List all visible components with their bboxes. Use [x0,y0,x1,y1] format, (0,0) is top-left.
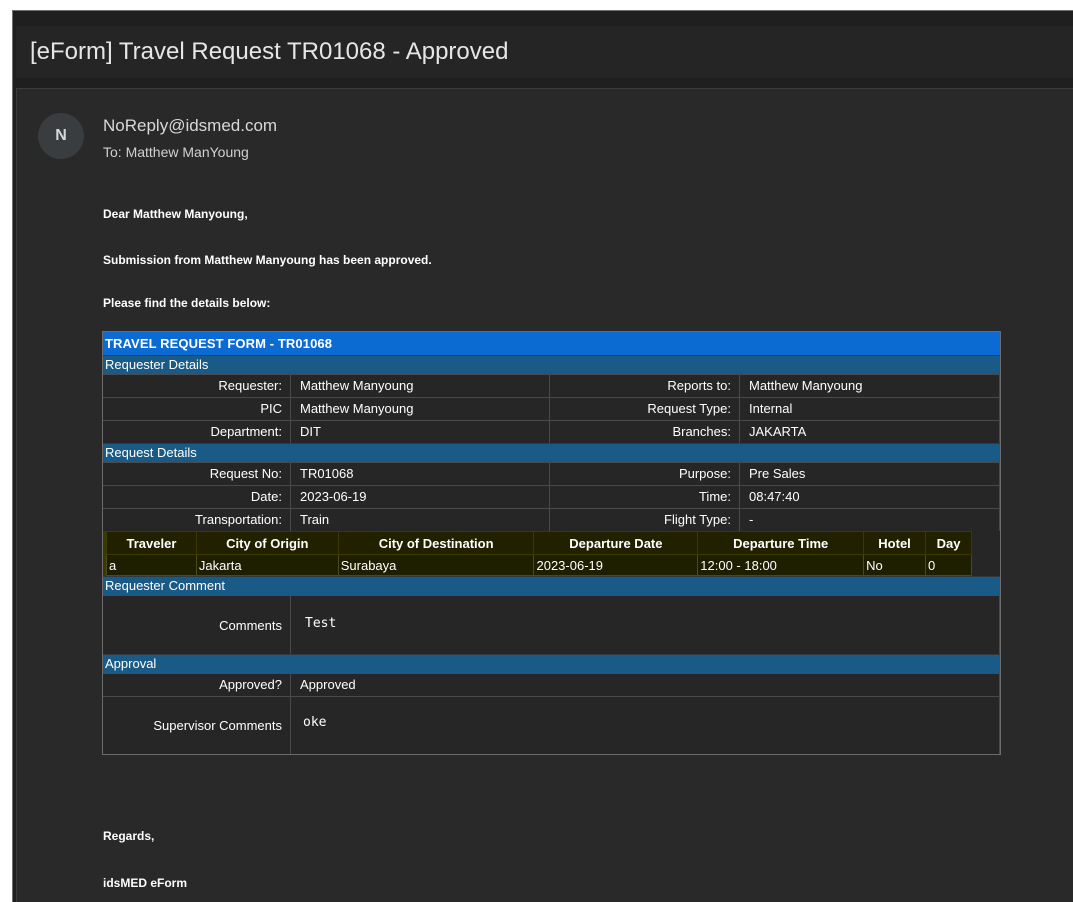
supervisor-comments-value: oke [291,697,1000,754]
col-traveler: Traveler [106,531,197,555]
cell-hotel: No [863,554,927,576]
regards: Regards, [103,829,155,843]
col-city-origin: City of Origin [195,531,339,555]
cell-departure-date: 2023-06-19 [533,554,699,576]
travel-request-form: TRAVEL REQUEST FORM - TR01068 Requester … [102,331,1001,755]
requester-row: Department: DIT Branches: JAKARTA [103,420,1000,443]
field-value: JAKARTA [740,421,1000,443]
cell-departure-time: 12:00 - 18:00 [697,554,865,576]
approved-value: Approved [291,674,1000,696]
col-city-destination: City of Destination [337,531,535,555]
cell-city-destination: Surabaya [337,554,535,576]
field-label: Request Type: [550,398,740,420]
requester-row: Requester: Matthew Manyoung Reports to: … [103,374,1000,397]
field-value: 08:47:40 [740,486,1000,508]
cell-traveler: a [106,554,197,576]
sender-address[interactable]: NoReply@idsmed.com [103,116,277,136]
request-row: Date: 2023-06-19 Time: 08:47:40 [103,485,1000,508]
avatar[interactable]: N [38,113,84,159]
approved-label: Approved? [103,674,291,696]
field-label: Transportation: [103,509,291,531]
field-label: Flight Type: [550,509,740,531]
field-value: Matthew Manyoung [291,398,550,420]
table-row: a Jakarta Surabaya 2023-06-19 12:00 - 18… [106,554,972,576]
cell-city-origin: Jakarta [195,554,339,576]
col-day: Day [925,531,972,555]
section-requester-comment: Requester Comment [103,576,1000,595]
supervisor-comments-label: Supervisor Comments [103,697,291,754]
section-approval: Approval [103,654,1000,673]
field-value: Pre Sales [740,463,1000,485]
field-value: DIT [291,421,550,443]
requester-row: PIC Matthew Manyoung Request Type: Inter… [103,397,1000,420]
field-label: Requester: [103,375,291,397]
itinerary-header-row: Traveler City of Origin City of Destinat… [106,531,972,555]
recipient-line[interactable]: To: Matthew ManYoung [103,144,249,160]
field-value: Matthew Manyoung [740,375,1000,397]
form-title: TRAVEL REQUEST FORM - TR01068 [103,332,1000,355]
field-label: Branches: [550,421,740,443]
field-label: Request No: [103,463,291,485]
itinerary-table: Traveler City of Origin City of Destinat… [106,531,972,576]
greeting: Dear Matthew Manyoung, [103,207,248,221]
section-request-details: Request Details [103,443,1000,462]
field-value: Train [291,509,550,531]
section-requester-details: Requester Details [103,355,1000,374]
field-value: 2023-06-19 [291,486,550,508]
field-label: PIC [103,398,291,420]
field-value: Matthew Manyoung [291,375,550,397]
comments-value: Test [291,596,1000,654]
col-departure-date: Departure Date [533,531,699,555]
field-value: Internal [740,398,1000,420]
email-subject: [eForm] Travel Request TR01068 - Approve… [16,26,1073,78]
field-label: Date: [103,486,291,508]
field-label: Time: [550,486,740,508]
field-label: Reports to: [550,375,740,397]
col-departure-time: Departure Time [697,531,865,555]
field-value: TR01068 [291,463,550,485]
comments-row: Comments Test [103,595,1000,654]
approved-row: Approved? Approved [103,673,1000,696]
cell-day: 0 [925,554,972,576]
comments-label: Comments [103,596,291,654]
travel-itinerary: Traveler City of Origin City of Destinat… [103,531,1000,576]
signature: idsMED eForm [103,876,188,890]
field-label: Purpose: [550,463,740,485]
approval-message: Submission from Matthew Manyoung has bee… [103,253,432,267]
request-row: Transportation: Train Flight Type: - [103,508,1000,531]
request-row: Request No: TR01068 Purpose: Pre Sales [103,462,1000,485]
col-hotel: Hotel [863,531,927,555]
supervisor-row: Supervisor Comments oke [103,696,1000,754]
field-value: - [740,509,1000,531]
field-label: Department: [103,421,291,443]
details-intro: Please find the details below: [103,296,271,310]
